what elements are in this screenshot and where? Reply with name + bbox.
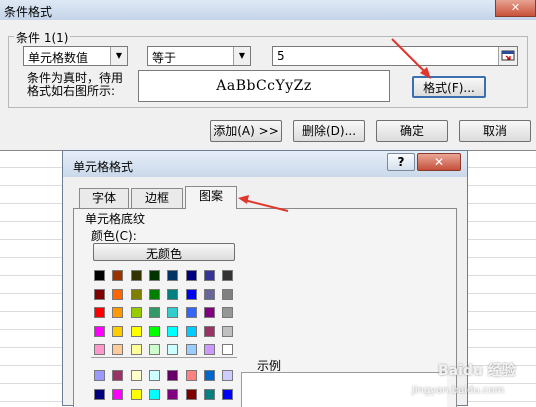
format-cells-dialog: 单元格格式 ? ✕ 字体 边框 图案 单元格底纹 颜色(C): 无颜色 示例 [62, 150, 468, 407]
no-color-button[interactable]: 无颜色 [93, 243, 235, 261]
condition-group-label: 条件 1(1) [14, 29, 71, 46]
help-button[interactable]: ? [387, 153, 415, 171]
chevron-down-icon[interactable]: ▼ [233, 47, 250, 65]
close-button[interactable]: ✕ [495, 0, 536, 17]
cancel-button[interactable]: 取消 [459, 120, 531, 142]
color-swatch[interactable] [94, 388, 105, 400]
color-swatch[interactable] [112, 325, 124, 337]
color-swatch[interactable] [167, 270, 179, 281]
color-swatch[interactable] [94, 325, 105, 337]
color-swatch[interactable] [222, 288, 234, 300]
color-swatch[interactable] [203, 325, 215, 337]
format-preview: AaBbCcYyZz [138, 70, 390, 102]
color-swatch[interactable] [167, 370, 179, 381]
color-swatch[interactable] [148, 307, 160, 318]
color-swatch[interactable] [148, 288, 160, 300]
color-swatch[interactable] [222, 388, 234, 400]
dialog-title: 条件格式 [4, 5, 53, 19]
color-swatch[interactable] [222, 325, 234, 337]
close-button[interactable]: ✕ [417, 153, 461, 171]
condition-description-line2: 格式如右图所示: [27, 84, 116, 98]
color-swatch[interactable] [94, 270, 105, 281]
operator-select[interactable]: 等于 ▼ [147, 46, 251, 66]
color-swatch[interactable] [112, 388, 124, 400]
color-swatch[interactable] [94, 307, 105, 318]
color-swatch[interactable] [112, 370, 124, 381]
color-swatch[interactable] [203, 288, 215, 300]
ok-button[interactable]: 确定 [376, 120, 448, 142]
dialog-titlebar[interactable]: 单元格格式 ? ✕ [63, 151, 467, 177]
color-swatch[interactable] [94, 344, 105, 355]
color-swatch[interactable] [130, 344, 142, 355]
watermark-logo: Baidu 经验 [438, 363, 516, 379]
color-swatch[interactable] [112, 344, 124, 355]
color-swatch[interactable] [130, 325, 142, 337]
color-swatch[interactable] [167, 388, 179, 400]
color-swatch[interactable] [222, 270, 234, 281]
color-swatch[interactable] [203, 370, 215, 381]
color-swatch[interactable] [167, 325, 179, 337]
color-swatch[interactable] [167, 344, 179, 355]
conditional-format-dialog: 条件格式 ✕ 条件 1(1) 单元格数值 ▼ 等于 ▼ 5 条件为真时，待用 格… [0, 0, 536, 151]
color-swatch[interactable] [222, 344, 234, 355]
color-swatch[interactable] [148, 325, 160, 337]
color-swatch[interactable] [185, 325, 197, 337]
color-swatch[interactable] [203, 344, 215, 355]
color-swatch[interactable] [203, 270, 215, 281]
color-swatch[interactable] [148, 370, 160, 381]
condition-description: 条件为真时，待用 格式如右图所示: [27, 72, 123, 98]
color-swatch[interactable] [185, 288, 197, 300]
color-swatch[interactable] [185, 307, 197, 318]
tab-font[interactable]: 字体 [79, 188, 129, 208]
chevron-down-icon[interactable]: ▼ [110, 47, 127, 65]
add-button[interactable]: 添加(A) >> [210, 120, 282, 142]
color-swatch[interactable] [203, 388, 215, 400]
value-input[interactable]: 5 [272, 46, 518, 66]
color-swatch[interactable] [185, 388, 197, 400]
color-label: 颜色(C): [91, 229, 137, 243]
dialog-titlebar[interactable]: 条件格式 ✕ [0, 0, 536, 20]
condition-type-value: 单元格数值 [28, 51, 89, 65]
watermark-url: jingyan.baidu.com [412, 385, 505, 396]
tab-border[interactable]: 边框 [131, 188, 183, 208]
tab-patterns[interactable]: 图案 [185, 186, 237, 209]
format-button[interactable]: 格式(F)... [412, 76, 486, 98]
dialog-title: 单元格格式 [73, 160, 134, 174]
color-swatch[interactable] [222, 307, 234, 318]
color-swatch[interactable] [94, 288, 105, 300]
color-swatch[interactable] [112, 307, 124, 318]
color-swatch[interactable] [112, 288, 124, 300]
color-swatch[interactable] [167, 288, 179, 300]
palette-separator [91, 357, 237, 358]
color-swatch[interactable] [185, 344, 197, 355]
color-swatch[interactable] [130, 370, 142, 381]
color-swatch[interactable] [148, 270, 160, 281]
color-swatch[interactable] [148, 388, 160, 400]
color-swatch[interactable] [203, 307, 215, 318]
color-swatch[interactable] [94, 370, 105, 381]
color-swatch[interactable] [130, 307, 142, 318]
color-swatch[interactable] [222, 370, 234, 381]
shading-label: 单元格底纹 [85, 212, 146, 226]
color-swatch[interactable] [112, 270, 124, 281]
color-swatch[interactable] [130, 388, 142, 400]
value-text: 5 [277, 49, 285, 63]
delete-button[interactable]: 删除(D)... [293, 120, 365, 142]
color-swatch[interactable] [130, 270, 142, 281]
condition-type-select[interactable]: 单元格数值 ▼ [23, 46, 128, 66]
color-swatch[interactable] [185, 370, 197, 381]
color-swatch[interactable] [130, 288, 142, 300]
color-swatch[interactable] [148, 344, 160, 355]
color-swatch[interactable] [167, 307, 179, 318]
collapse-dialog-icon[interactable] [498, 47, 517, 65]
color-swatch[interactable] [185, 270, 197, 281]
operator-value: 等于 [152, 51, 177, 65]
